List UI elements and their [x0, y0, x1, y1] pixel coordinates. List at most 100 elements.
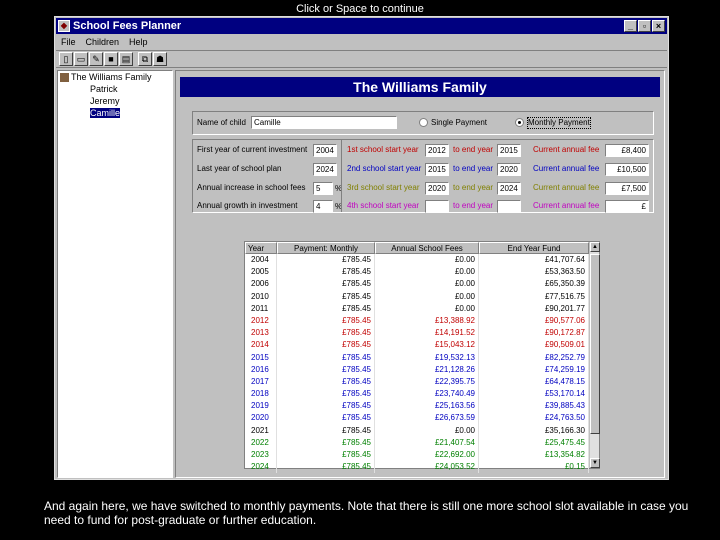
tree-item-jeremy[interactable]: Jeremy — [58, 95, 172, 107]
col-end-fund: End Year Fund — [479, 242, 589, 254]
scroll-thumb[interactable] — [590, 254, 600, 434]
cell-year: 2017 — [245, 375, 277, 389]
table-row[interactable]: 2010 £785.45 £0.00 £77,516.75 — [245, 290, 589, 303]
table-scrollbar[interactable]: ▲ ▼ — [589, 242, 600, 468]
table-row[interactable]: 2015 £785.45 £19,532.13 £82,252.79 — [245, 351, 589, 364]
new-file-icon[interactable]: ▯ — [59, 52, 73, 66]
school4-fee-input[interactable]: £ — [605, 200, 649, 213]
cell-fee: £19,532.13 — [375, 351, 479, 364]
fee-increase-label: Annual increase in school fees — [197, 183, 306, 192]
edit-icon[interactable]: ✎ — [89, 52, 103, 66]
plan-parameters: First year of current investment 2004 La… — [192, 139, 654, 213]
school1-start-input[interactable]: 2012 — [425, 144, 449, 157]
table-header: Year Payment: Monthly Annual School Fees… — [245, 242, 599, 254]
cell-pay: £785.45 — [277, 424, 375, 437]
table-row[interactable]: 2018 £785.45 £23,740.49 £53,170.14 — [245, 388, 589, 401]
cell-fund: £41,707.64 — [479, 254, 589, 267]
cell-year: 2013 — [245, 327, 277, 340]
menu-help[interactable]: Help — [124, 35, 153, 49]
single-payment-label: Single Payment — [431, 118, 488, 127]
minimize-button[interactable]: _ — [624, 20, 637, 32]
cell-year: 2019 — [245, 400, 277, 413]
tree-root[interactable]: The Williams Family — [58, 71, 172, 83]
child-name-input[interactable]: Camille — [251, 116, 397, 129]
table-row[interactable]: 2011 £785.45 £0.00 £90,201.77 — [245, 302, 589, 315]
table-row[interactable]: 2023 £785.45 £22,692.00 £13,354.82 — [245, 449, 589, 462]
table-row[interactable]: 2006 £785.45 £0.00 £65,350.39 — [245, 278, 589, 291]
school4-start-input[interactable] — [425, 200, 449, 213]
table-row[interactable]: 2004 £785.45 £0.00 £41,707.64 — [245, 254, 589, 267]
cell-fund: £65,350.39 — [479, 278, 589, 291]
cell-fund: £90,577.06 — [479, 314, 589, 328]
cell-fund: £39,885.43 — [479, 400, 589, 413]
cell-fund: £35,166.30 — [479, 424, 589, 437]
table-row[interactable]: 2020 £785.45 £26,673.59 £24,763.50 — [245, 412, 589, 425]
child-details: Name of child Camille Single Payment Mon… — [192, 111, 654, 135]
school4-end-input[interactable] — [497, 200, 521, 213]
cell-pay: £785.45 — [277, 449, 375, 462]
single-payment-radio[interactable] — [419, 118, 428, 127]
cell-pay: £785.45 — [277, 290, 375, 303]
menu-children[interactable]: Children — [81, 35, 125, 49]
cell-fund: £25,475.45 — [479, 436, 589, 449]
main-panel: The Williams Family Name of child Camill… — [175, 70, 665, 478]
first-year-input[interactable]: 2004 — [313, 144, 337, 157]
table-row[interactable]: 2016 £785.45 £21,128.26 £74,259.19 — [245, 363, 589, 376]
cell-pay: £785.45 — [277, 314, 375, 328]
close-button[interactable]: × — [652, 20, 665, 32]
table-row[interactable]: 2014 £785.45 £15,043.12 £90,509.01 — [245, 339, 589, 352]
growth-input[interactable]: 4 — [313, 200, 333, 213]
school1-end-input[interactable]: 2015 — [497, 144, 521, 157]
save-icon[interactable]: ■ — [104, 52, 118, 66]
cell-pay: £785.45 — [277, 412, 375, 425]
table-row[interactable]: 2013 £785.45 £14,191.52 £90,172.87 — [245, 327, 589, 340]
results-table[interactable]: Year Payment: Monthly Annual School Fees… — [244, 241, 600, 474]
cell-fee: £25,163.56 — [375, 400, 479, 413]
monthly-payment-radio[interactable] — [515, 118, 524, 127]
col-annual-fees: Annual School Fees — [375, 242, 479, 254]
school3-start-label: 3rd school start year — [347, 183, 420, 192]
school2-end-input[interactable]: 2020 — [497, 163, 521, 176]
help-book-icon[interactable]: ⧉ — [138, 52, 152, 66]
open-folder-icon[interactable]: ▭ — [74, 52, 88, 66]
menu-file[interactable]: File — [56, 35, 81, 49]
family-icon[interactable]: ☗ — [153, 52, 167, 66]
last-year-input[interactable]: 2024 — [313, 163, 337, 176]
school2-start-input[interactable]: 2015 — [425, 163, 449, 176]
table-row[interactable]: 2005 £785.45 £0.00 £53,363.50 — [245, 266, 589, 279]
school3-start-input[interactable]: 2020 — [425, 182, 449, 195]
table-row[interactable]: 2024 £785.45 £24,053.52 £0.15 — [245, 461, 589, 474]
school3-fee-input[interactable]: £7,500 — [605, 182, 649, 195]
school3-fee-label: Current annual fee — [533, 183, 600, 192]
table-row[interactable]: 2022 £785.45 £21,407.54 £25,475.45 — [245, 436, 589, 449]
maximize-button[interactable]: ▫ — [638, 20, 651, 32]
school3-end-input[interactable]: 2024 — [497, 182, 521, 195]
school1-end-label: to end year — [453, 145, 494, 154]
table-row[interactable]: 2017 £785.45 £22,395.75 £64,478.15 — [245, 375, 589, 389]
cell-fee: £0.00 — [375, 302, 479, 315]
cell-fee: £0.00 — [375, 278, 479, 291]
family-icon — [60, 72, 69, 82]
cell-fee: £26,673.59 — [375, 412, 479, 425]
table-row[interactable]: 2019 £785.45 £25,163.56 £39,885.43 — [245, 400, 589, 413]
print-icon[interactable]: ▤ — [119, 52, 133, 66]
table-body: 2004 £785.45 £0.00 £41,707.64 2005 £785.45 £0.… — [245, 254, 589, 474]
school2-fee-input[interactable]: £10,500 — [605, 163, 649, 176]
monthly-payment-label: Monthly Payment — [527, 117, 591, 129]
scroll-down-icon[interactable]: ▼ — [590, 458, 600, 468]
tree-item-camille[interactable]: Camille — [58, 107, 172, 119]
fee-increase-input[interactable]: 5 — [313, 182, 333, 195]
cell-fee: £15,043.12 — [375, 339, 479, 352]
table-row[interactable]: 2021 £785.45 £0.00 £35,166.30 — [245, 424, 589, 437]
scroll-up-icon[interactable]: ▲ — [590, 242, 600, 252]
cell-year: 2020 — [245, 412, 277, 425]
table-row[interactable]: 2012 £785.45 £13,388.92 £90,577.06 — [245, 314, 589, 328]
cell-fee: £13,388.92 — [375, 314, 479, 328]
school1-fee-input[interactable]: £8,400 — [605, 144, 649, 157]
school4-end-label: to end year — [453, 201, 494, 210]
cell-year: 2011 — [245, 302, 277, 315]
tree-item-patrick[interactable]: Patrick — [58, 83, 172, 95]
cell-year: 2012 — [245, 314, 277, 328]
cell-year: 2021 — [245, 424, 277, 437]
cell-year: 2024 — [245, 461, 277, 474]
